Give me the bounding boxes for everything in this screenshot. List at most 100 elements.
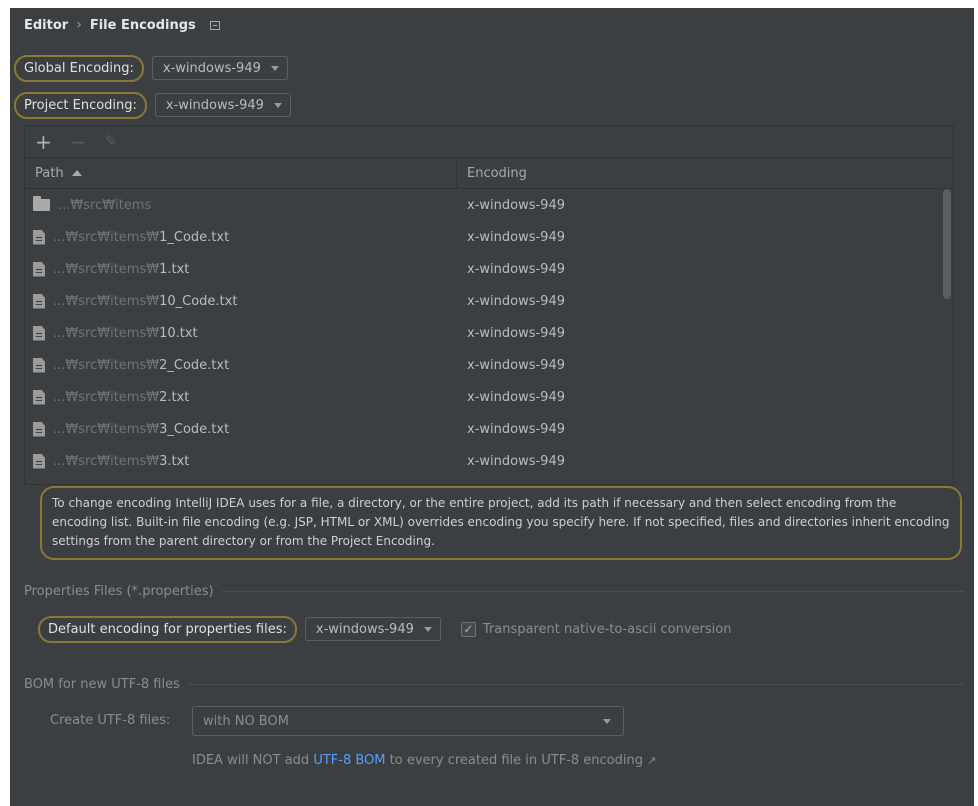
path-text: ...₩src₩items₩1_Code.txt <box>53 230 229 245</box>
table-row[interactable]: ...₩src₩items₩10_Code.txt x-windows-949 <box>25 285 953 317</box>
project-scope-icon <box>209 20 220 30</box>
folder-icon <box>33 196 50 211</box>
bom-section-header: BOM for new UTF-8 files <box>24 677 964 692</box>
transparent-conversion-label: Transparent native-to-ascii conversion <box>482 621 732 637</box>
table-row[interactable]: ...₩src₩items₩1.txt x-windows-949 <box>25 253 953 285</box>
encoding-cell[interactable]: x-windows-949 <box>457 454 565 469</box>
section-divider <box>221 591 964 592</box>
create-utf8-select[interactable]: with NO BOM <box>192 706 624 736</box>
encoding-cell[interactable]: x-windows-949 <box>457 326 565 341</box>
path-name: 10.txt <box>159 325 198 341</box>
path-text: ...₩src₩items₩10.txt <box>53 326 198 341</box>
breadcrumb-parent[interactable]: Editor <box>24 18 68 33</box>
breadcrumb-current: File Encodings <box>89 17 196 33</box>
bom-hint-after: to every created file in UTF-8 encoding <box>385 753 643 768</box>
table-toolbar: + − ✎ <box>25 126 953 158</box>
table-row[interactable]: ...₩src₩items₩3.txt x-windows-949 <box>25 445 953 477</box>
file-icon <box>33 357 45 373</box>
file-icon <box>33 229 45 245</box>
file-icon <box>33 261 45 277</box>
encoding-cell[interactable]: x-windows-949 <box>457 262 565 277</box>
path-prefix: ...₩src₩items₩ <box>53 421 160 437</box>
path-name: 1.txt <box>159 261 190 277</box>
path-name: 3.txt <box>159 453 190 469</box>
file-icon <box>33 389 45 405</box>
encoding-cell[interactable]: x-windows-949 <box>457 294 565 309</box>
table-row[interactable]: ...₩src₩items₩3_Code.txt x-windows-949 <box>25 413 953 445</box>
path-cell: ...₩src₩items₩3_Code.txt <box>25 421 457 437</box>
chevron-down-icon <box>423 626 432 632</box>
bom-section-title: BOM for new UTF-8 files <box>24 677 180 692</box>
encoding-info-text: To change encoding IntelliJ IDEA uses fo… <box>40 486 962 560</box>
breadcrumb-separator: › <box>76 17 82 33</box>
encoding-cell[interactable]: x-windows-949 <box>457 230 565 245</box>
global-encoding-select[interactable]: x-windows-949 <box>151 56 288 80</box>
path-prefix: ...₩src₩items₩ <box>53 357 160 373</box>
chevron-down-icon <box>603 718 611 724</box>
encoding-cell[interactable]: x-windows-949 <box>457 422 565 437</box>
add-path-button[interactable]: + <box>35 132 52 152</box>
path-prefix: ...₩src₩items₩ <box>53 453 160 469</box>
encoding-cell[interactable]: x-windows-949 <box>457 358 565 373</box>
breadcrumb: Editor › File Encodings <box>24 17 220 33</box>
path-text: ...₩src₩items₩1.txt <box>53 262 189 277</box>
path-text: ...₩src₩items₩3.txt <box>53 454 189 469</box>
chevron-down-icon <box>273 102 282 108</box>
global-encoding-label: Global Encoding: <box>14 54 144 82</box>
file-icon <box>33 293 45 309</box>
path-text: ...₩src₩items₩3_Code.txt <box>53 422 229 437</box>
path-cell: ...₩src₩items₩3.txt <box>25 453 457 469</box>
create-utf8-label: Create UTF-8 files: <box>50 713 171 728</box>
path-cell: ...₩src₩items₩1.txt <box>25 261 457 277</box>
path-text: ...₩src₩items₩2.txt <box>53 390 189 405</box>
sort-ascending-icon <box>71 170 82 176</box>
file-icon <box>33 421 45 437</box>
encoding-cell[interactable]: x-windows-949 <box>457 390 565 405</box>
transparent-conversion-checkbox[interactable]: ✓ Transparent native-to-ascii conversion <box>460 621 732 637</box>
checkmark-icon: ✓ <box>460 621 476 637</box>
path-cell: ...₩src₩items₩1_Code.txt <box>25 229 457 245</box>
external-link-icon: ↗ <box>647 754 657 767</box>
column-header-encoding-label: Encoding <box>467 165 527 181</box>
column-header-path[interactable]: Path <box>25 158 457 188</box>
path-name: 2_Code.txt <box>159 357 230 373</box>
table-row[interactable]: ...₩src₩items₩1_Code.txt x-windows-949 <box>25 221 953 253</box>
path-prefix: ...₩src₩items₩ <box>53 293 160 309</box>
properties-encoding-select[interactable]: x-windows-949 <box>304 617 441 641</box>
table-row[interactable]: ...₩src₩items₩10.txt x-windows-949 <box>25 317 953 349</box>
file-icon <box>33 453 45 469</box>
path-name: 1_Code.txt <box>159 229 230 245</box>
encoding-cell[interactable]: x-windows-949 <box>457 198 565 213</box>
path-name: 2.txt <box>159 389 190 405</box>
bom-hint-before: IDEA will NOT add <box>192 753 314 768</box>
path-cell: ...₩src₩items₩2_Code.txt <box>25 357 457 373</box>
table-header: Path Encoding <box>25 158 953 189</box>
file-icon <box>33 325 45 341</box>
table-row[interactable]: ...₩src₩items₩2_Code.txt x-windows-949 <box>25 349 953 381</box>
table-row[interactable]: ...₩src₩items x-windows-949 <box>25 189 953 221</box>
path-cell: ...₩src₩items₩2.txt <box>25 389 457 405</box>
column-header-encoding[interactable]: Encoding <box>457 158 527 188</box>
global-encoding-row: Global Encoding: x-windows-949 <box>14 53 288 83</box>
path-name: 10_Code.txt <box>159 293 238 309</box>
settings-panel: Editor › File Encodings Global Encoding:… <box>10 8 974 806</box>
path-text: ...₩src₩items₩10_Code.txt <box>53 294 237 309</box>
utf8-bom-link[interactable]: UTF-8 BOM <box>313 753 385 768</box>
path-encoding-table: + − ✎ Path Encoding ...₩src₩items x-windo… <box>24 125 954 485</box>
section-divider <box>187 684 964 685</box>
path-prefix: ...₩src₩items₩ <box>53 389 160 405</box>
table-scrollbar[interactable] <box>943 189 951 299</box>
path-prefix: ...₩src₩items₩ <box>53 229 160 245</box>
project-encoding-value: x-windows-949 <box>165 97 264 113</box>
path-text: ...₩src₩items₩2_Code.txt <box>53 358 229 373</box>
create-utf8-value: with NO BOM <box>203 713 289 729</box>
project-encoding-select[interactable]: x-windows-949 <box>154 93 291 117</box>
properties-default-label: Default encoding for properties files: <box>38 615 297 643</box>
path-prefix: ...₩src₩items <box>58 197 152 213</box>
table-row[interactable]: ...₩src₩items₩2.txt x-windows-949 <box>25 381 953 413</box>
edit-path-button[interactable]: ✎ <box>105 134 118 149</box>
remove-path-button[interactable]: − <box>70 132 87 152</box>
properties-section-header: Properties Files (*.properties) <box>24 584 964 599</box>
project-encoding-row: Project Encoding: x-windows-949 <box>14 90 291 120</box>
path-cell: ...₩src₩items₩10.txt <box>25 325 457 341</box>
